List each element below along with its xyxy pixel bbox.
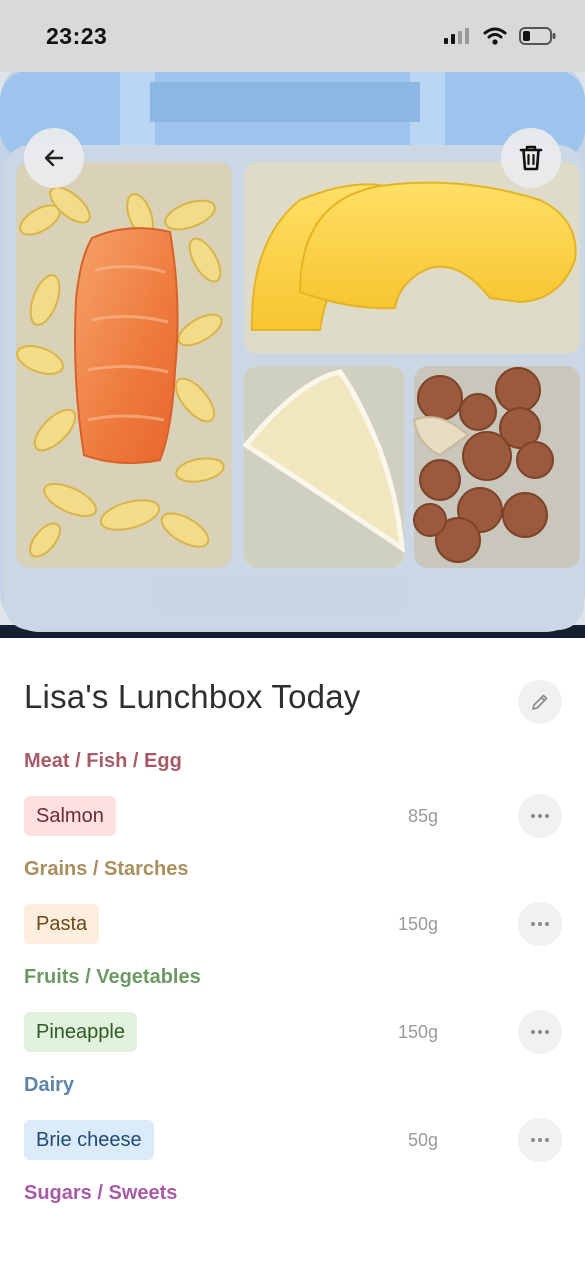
arrow-left-icon (44, 149, 64, 167)
cellular-signal-icon (444, 28, 469, 44)
item-row-brie-cheese: Brie cheese 50g (24, 1118, 564, 1162)
item-chip-pasta[interactable]: Pasta (24, 904, 100, 944)
more-options-button[interactable] (518, 794, 562, 838)
item-row-salmon: Salmon 85g (24, 794, 564, 838)
item-weight: 85g (407, 806, 438, 826)
item-chip-brie-cheese[interactable]: Brie cheese (24, 1120, 154, 1160)
trash-icon (519, 145, 543, 171)
more-options-button[interactable] (518, 902, 562, 946)
item-weight: 150g (397, 1022, 438, 1042)
more-horizontal-icon (531, 814, 549, 818)
more-horizontal-icon (531, 922, 549, 926)
more-options-button[interactable] (518, 1010, 562, 1054)
battery-icon (519, 27, 556, 45)
more-options-button[interactable] (518, 1118, 562, 1162)
back-button[interactable] (24, 128, 84, 188)
item-weight: 150g (397, 914, 438, 934)
page-title: Lisa's Lunchbox Today (24, 678, 361, 715)
more-horizontal-icon (531, 1030, 549, 1034)
category-label-fruits: Fruits / Vegetables (24, 966, 201, 988)
category-label-meat: Meat / Fish / Egg (24, 750, 182, 772)
item-row-pasta: Pasta 150g (24, 902, 564, 946)
status-bar: 23:23 (0, 0, 585, 72)
wifi-icon (483, 27, 507, 45)
item-chip-pineapple[interactable]: Pineapple (24, 1012, 137, 1052)
status-icons (443, 26, 557, 46)
detail-sheet (0, 638, 585, 1266)
more-horizontal-icon (531, 1138, 549, 1142)
category-label-dairy: Dairy (24, 1074, 75, 1096)
item-chip-salmon[interactable]: Salmon (24, 796, 116, 836)
category-label-sweets: Sugars / Sweets (24, 1182, 178, 1204)
edit-button[interactable] (518, 680, 562, 724)
delete-button[interactable] (501, 128, 561, 188)
lunchbox-photo (0, 0, 585, 638)
item-row-pineapple: Pineapple 150g (24, 1010, 564, 1054)
category-label-grains: Grains / Starches (24, 858, 189, 880)
pencil-icon (532, 694, 548, 710)
item-weight: 50g (407, 1130, 438, 1150)
title-row: Lisa's Lunchbox Today (24, 678, 564, 724)
status-time: 23:23 (46, 23, 108, 49)
